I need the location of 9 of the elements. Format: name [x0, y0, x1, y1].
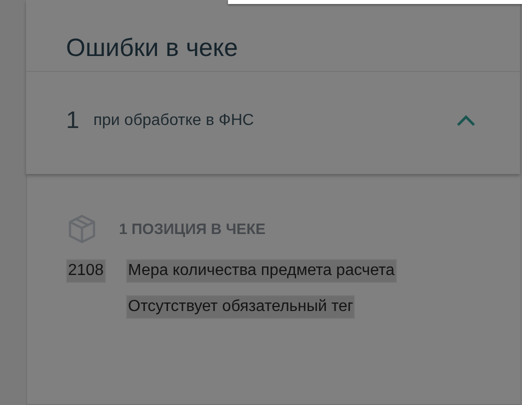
error-message: Отсутствует обязательный тег [127, 296, 354, 318]
collapse-chevron-icon[interactable] [456, 115, 476, 127]
dialog-title: Ошибки в чеке [26, 0, 520, 72]
tag-code: 2108 [67, 260, 105, 282]
tag-name: Мера количества предмета расчета [127, 260, 396, 282]
box-icon [67, 214, 97, 244]
error-count: 1 [66, 107, 80, 135]
positions-heading: 1 ПОЗИЦИЯ В ЧЕКЕ [119, 220, 266, 238]
error-group-label: при обработке в ФНС [93, 112, 255, 130]
